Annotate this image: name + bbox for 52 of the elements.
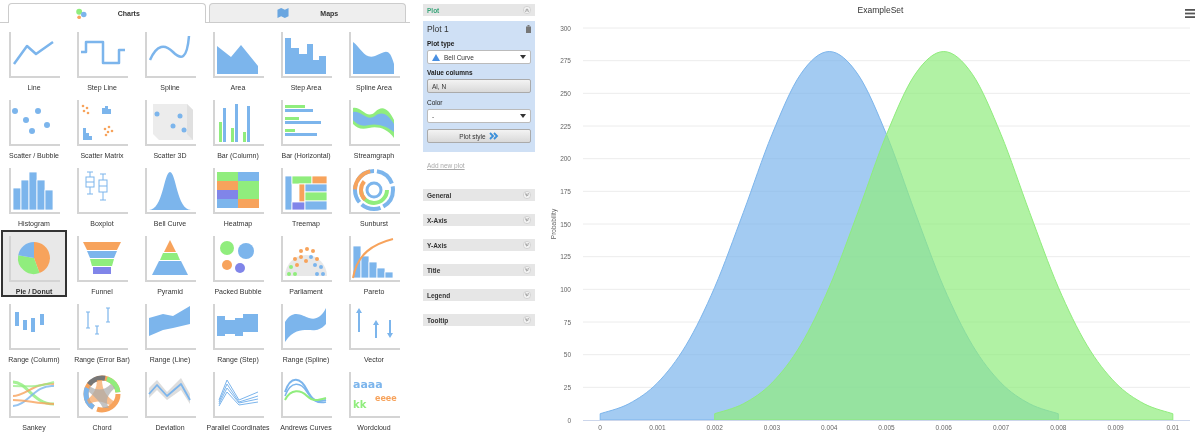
menu-icon[interactable] [1185,9,1195,18]
expand-icon [523,216,531,224]
horizontal-bar-icon [279,98,333,148]
semicircle-dots-icon [279,234,333,284]
sankey-icon [7,370,61,420]
range-step-icon [211,302,265,352]
bar-chart-icon [211,98,265,148]
collapse-icon [523,6,531,14]
line-chart-icon [7,30,61,80]
sunburst-icon [347,166,401,216]
deviation-icon [143,370,197,420]
dots-icon [73,7,88,20]
curves-icon [279,370,333,420]
chord-icon [75,370,129,420]
map-icon [276,7,291,19]
funnel-icon [75,234,129,284]
step-area-icon [279,30,333,80]
step-line-icon [75,30,129,80]
parallel-lines-icon [211,370,265,420]
triangle-icon [432,53,440,61]
area-chart-icon [211,30,265,80]
cube-scatter-icon [143,98,197,148]
range-line-icon [143,302,197,352]
pyramid-icon [143,234,197,284]
expand-icon [523,191,531,199]
bubble-cluster-icon [211,234,265,284]
expand-icon [523,266,531,274]
scatter-icon [7,98,61,148]
range-spline-icon [279,302,333,352]
bell-curve-icon [143,166,197,216]
heatmap-icon [211,166,265,216]
range-column-icon [7,302,61,352]
trash-icon [526,25,531,33]
spline-icon [143,30,197,80]
caret-icon [520,114,526,118]
double-chevron-icon [488,132,499,140]
chart-title: ExampleSet [857,5,904,15]
scatter-matrix-icon [75,98,129,148]
caret-icon [520,55,526,59]
plot-title: Plot 1 [427,24,449,34]
streamgraph-icon [347,98,401,148]
expand-icon [523,241,531,249]
pie-chart-icon [7,234,61,284]
spline-area-icon [347,30,401,80]
pareto-icon [347,234,401,284]
error-bar-icon [75,302,129,352]
histogram-icon [7,166,61,216]
expand-icon [523,316,531,324]
treemap-icon [279,166,333,216]
expand-icon [523,291,531,299]
boxplot-icon [75,166,129,216]
vector-icon [347,302,401,352]
